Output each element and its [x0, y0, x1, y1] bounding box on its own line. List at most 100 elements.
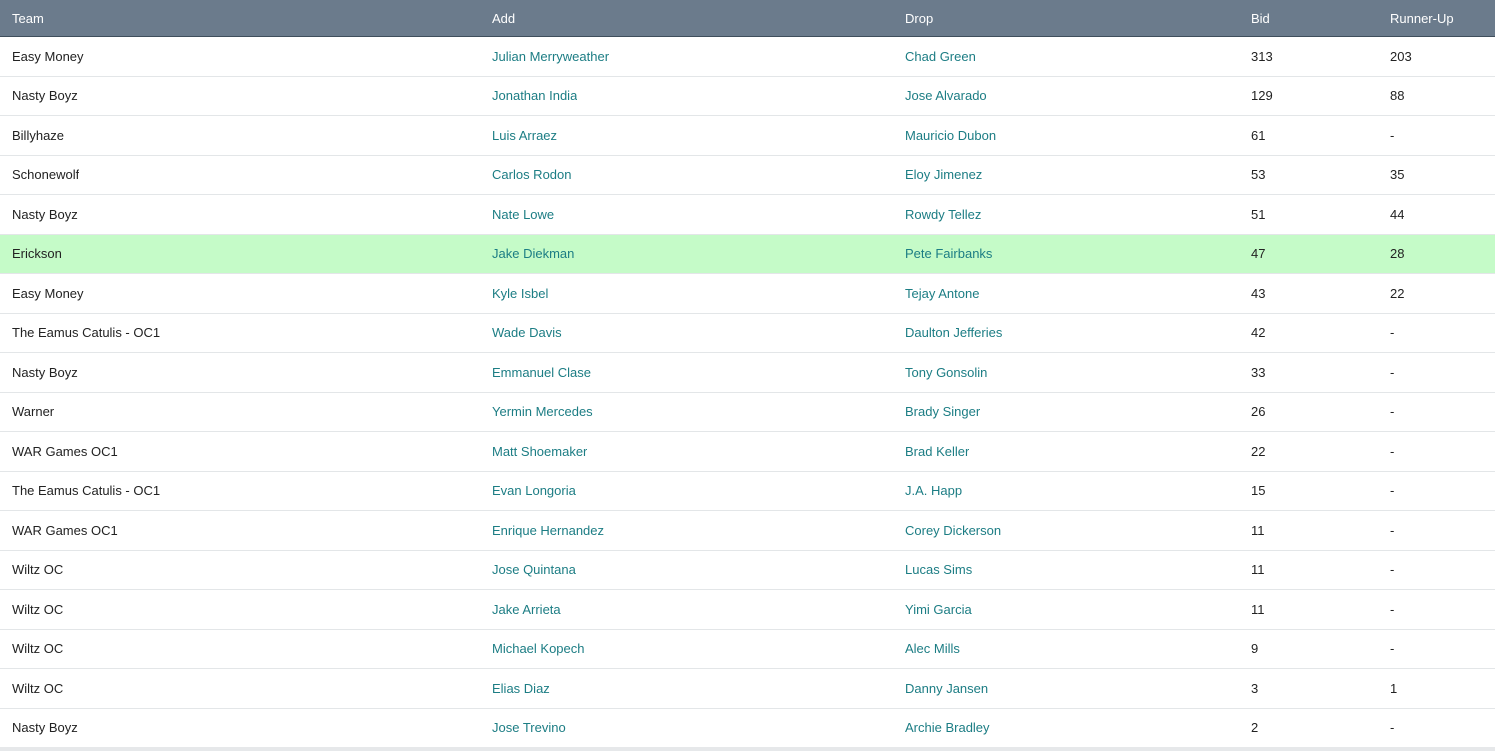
- team-cell: Wiltz OC: [12, 680, 64, 696]
- runner-up-cell: 22: [1390, 285, 1405, 301]
- runner-up-cell: -: [1390, 522, 1395, 538]
- team-cell: WAR Games OC1: [12, 443, 118, 459]
- table-row: Easy Money Julian Merryweather Chad Green 3…: [0, 37, 1495, 77]
- drop-player-link[interactable]: Mauricio Dubon: [905, 128, 996, 143]
- add-player-link[interactable]: Evan Longoria: [492, 483, 576, 498]
- team-cell: Wiltz OC: [12, 601, 64, 617]
- table-row: Nasty Boyz Emmanuel Clase Tony Gonsolin 33 -: [0, 353, 1495, 393]
- team-cell: WAR Games OC1: [12, 522, 118, 538]
- drop-player-link[interactable]: Rowdy Tellez: [905, 207, 981, 222]
- add-player-link[interactable]: Julian Merryweather: [492, 49, 609, 64]
- team-cell: Erickson: [12, 246, 62, 262]
- add-player-link[interactable]: Emmanuel Clase: [492, 365, 591, 380]
- runner-up-cell: 44: [1390, 206, 1405, 222]
- add-player-link[interactable]: Carlos Rodon: [492, 167, 572, 182]
- drop-player-link[interactable]: J.A. Happ: [905, 483, 962, 498]
- add-player-link[interactable]: Jose Quintana: [492, 562, 576, 577]
- team-cell: Schonewolf: [12, 167, 80, 183]
- add-player-link[interactable]: Enrique Hernandez: [492, 523, 604, 538]
- drop-player-link[interactable]: Tony Gonsolin: [905, 365, 987, 380]
- add-player-link[interactable]: Jake Diekman: [492, 246, 574, 261]
- bid-cell: 11: [1251, 522, 1265, 538]
- runner-up-cell: -: [1390, 720, 1395, 736]
- drop-player-link[interactable]: Jose Alvarado: [905, 88, 987, 103]
- runner-up-cell: -: [1390, 641, 1395, 657]
- add-player-link[interactable]: Wade Davis: [492, 325, 562, 340]
- bid-cell: 42: [1251, 325, 1266, 341]
- transactions-table: Team Add Drop Bid Runner-Up Easy Money Ju…: [0, 0, 1495, 751]
- team-cell: Wiltz OC: [12, 641, 64, 657]
- bid-cell: 61: [1251, 127, 1266, 143]
- table-row: WAR Games OC1 Matt Shoemaker Brad Keller 22…: [0, 432, 1495, 472]
- bid-cell: 33: [1251, 364, 1266, 380]
- drop-player-link[interactable]: Lucas Sims: [905, 562, 972, 577]
- runner-up-cell: 88: [1390, 88, 1405, 104]
- team-cell: Nasty Boyz: [12, 364, 78, 380]
- table-row: Schonewolf Carlos Rodon Eloy Jimenez 53 35: [0, 155, 1495, 195]
- add-player-link[interactable]: Elias Diaz: [492, 681, 550, 696]
- runner-up-cell: -: [1390, 483, 1395, 499]
- table-row: Erickson Jake Diekman Pete Fairbanks 47 28: [0, 234, 1495, 274]
- team-cell: Nasty Boyz: [12, 88, 78, 104]
- add-player-link[interactable]: Jose Trevino: [492, 720, 566, 735]
- bid-cell: 43: [1251, 285, 1266, 301]
- drop-player-link[interactable]: Alec Mills: [905, 641, 960, 656]
- runner-up-cell: -: [1390, 127, 1395, 143]
- drop-player-link[interactable]: Daulton Jefferies: [905, 325, 1002, 340]
- bid-cell: 47: [1251, 246, 1266, 262]
- bid-cell: 51: [1251, 206, 1266, 222]
- drop-player-link[interactable]: Brad Keller: [905, 444, 969, 459]
- bid-cell: 313: [1251, 48, 1273, 64]
- team-cell: Easy Money: [12, 285, 84, 301]
- drop-player-link[interactable]: Archie Bradley: [905, 720, 990, 735]
- team-cell: Nasty Boyz: [12, 206, 78, 222]
- table-row: Wiltz OC Jose Quintana Lucas Sims 11 -: [0, 550, 1495, 590]
- table-row: Billyhaze Luis Arraez Mauricio Dubon 61 -: [0, 116, 1495, 156]
- table-row: The Eamus Catulis - OC1 Evan Longoria J.A.…: [0, 471, 1495, 511]
- bid-cell: 22: [1251, 443, 1266, 459]
- table-row: Warner Yermin Mercedes Brady Singer 26 -: [0, 392, 1495, 432]
- runner-up-cell: 1: [1390, 680, 1398, 696]
- drop-player-link[interactable]: Eloy Jimenez: [905, 167, 982, 182]
- team-cell: The Eamus Catulis - OC1: [12, 483, 161, 499]
- add-player-link[interactable]: Yermin Mercedes: [492, 404, 593, 419]
- add-player-link[interactable]: Luis Arraez: [492, 128, 557, 143]
- table-row: Nasty Boyz Jose Trevino Archie Bradley 2 -: [0, 708, 1495, 748]
- column-header-drop[interactable]: Drop: [905, 0, 933, 37]
- runner-up-cell: 203: [1390, 48, 1412, 64]
- bid-cell: 129: [1251, 88, 1273, 104]
- team-cell: The Eamus Catulis - OC1: [12, 325, 161, 341]
- column-header-add[interactable]: Add: [492, 0, 515, 37]
- drop-player-link[interactable]: Corey Dickerson: [905, 523, 1001, 538]
- table-row: Wiltz OC Jake Arrieta Yimi Garcia 11 -: [0, 590, 1495, 630]
- bid-cell: 26: [1251, 404, 1266, 420]
- table-row: Nasty Boyz Nate Lowe Rowdy Tellez 51 44: [0, 195, 1495, 235]
- table-row: Wiltz OC Michael Kopech Alec Mills 9 -: [0, 629, 1495, 669]
- table-header: Team Add Drop Bid Runner-Up: [0, 0, 1495, 37]
- column-header-runner-up[interactable]: Runner-Up: [1390, 0, 1454, 37]
- column-header-team[interactable]: Team: [12, 0, 44, 37]
- add-player-link[interactable]: Michael Kopech: [492, 641, 585, 656]
- drop-player-link[interactable]: Pete Fairbanks: [905, 246, 992, 261]
- runner-up-cell: 28: [1390, 246, 1405, 262]
- drop-player-link[interactable]: Yimi Garcia: [905, 602, 972, 617]
- column-header-bid[interactable]: Bid: [1251, 0, 1270, 37]
- add-player-link[interactable]: Kyle Isbel: [492, 286, 548, 301]
- horizontal-scrollbar[interactable]: [0, 747, 1495, 751]
- add-player-link[interactable]: Matt Shoemaker: [492, 444, 587, 459]
- runner-up-cell: -: [1390, 364, 1395, 380]
- drop-player-link[interactable]: Brady Singer: [905, 404, 980, 419]
- table-row: WAR Games OC1 Enrique Hernandez Corey Dick…: [0, 511, 1495, 551]
- add-player-link[interactable]: Jake Arrieta: [492, 602, 561, 617]
- bid-cell: 3: [1251, 680, 1259, 696]
- runner-up-cell: -: [1390, 404, 1395, 420]
- bid-cell: 11: [1251, 562, 1265, 578]
- bid-cell: 15: [1251, 483, 1266, 499]
- add-player-link[interactable]: Jonathan India: [492, 88, 577, 103]
- table-row: The Eamus Catulis - OC1 Wade Davis Daulton…: [0, 313, 1495, 353]
- drop-player-link[interactable]: Tejay Antone: [905, 286, 979, 301]
- drop-player-link[interactable]: Danny Jansen: [905, 681, 988, 696]
- team-cell: Warner: [12, 404, 55, 420]
- drop-player-link[interactable]: Chad Green: [905, 49, 976, 64]
- add-player-link[interactable]: Nate Lowe: [492, 207, 554, 222]
